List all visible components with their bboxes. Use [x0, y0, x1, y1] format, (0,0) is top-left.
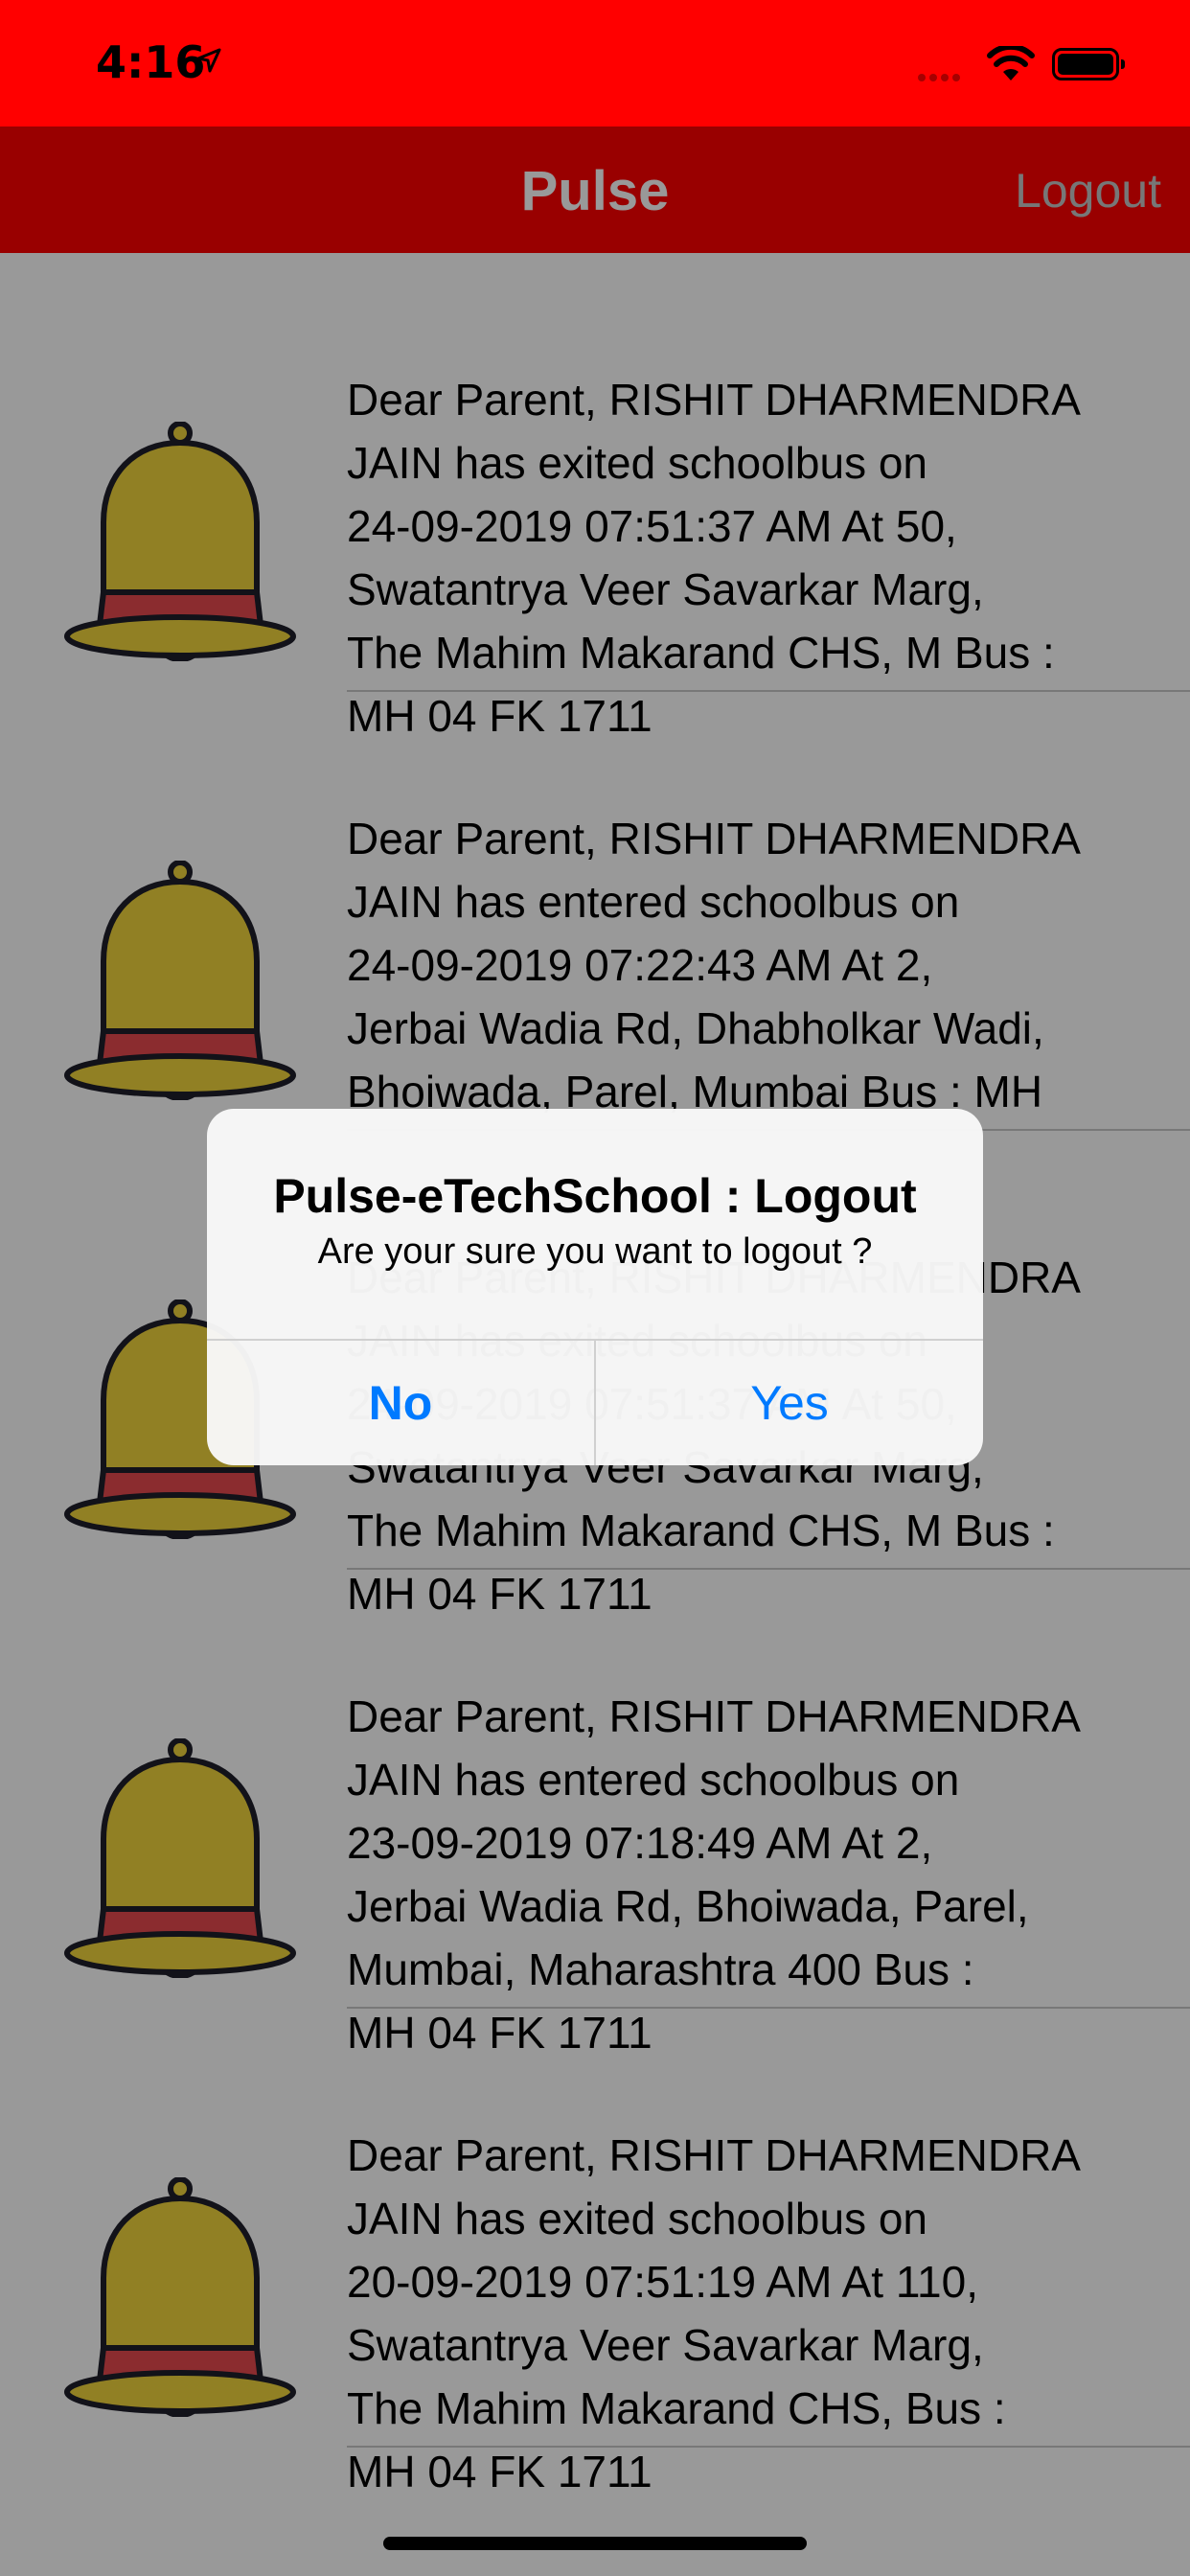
logout-alert-dialog: Pulse-eTechSchool : Logout Are your sure…	[207, 1109, 983, 1465]
no-button[interactable]: No	[207, 1341, 594, 1465]
yes-button[interactable]: Yes	[596, 1341, 983, 1465]
alert-message: Are your sure you want to logout ?	[317, 1231, 873, 1272]
alert-title: Pulse-eTechSchool : Logout	[273, 1169, 917, 1223]
status-dim-overlay	[0, 0, 1190, 126]
home-indicator[interactable]	[383, 2537, 807, 2550]
